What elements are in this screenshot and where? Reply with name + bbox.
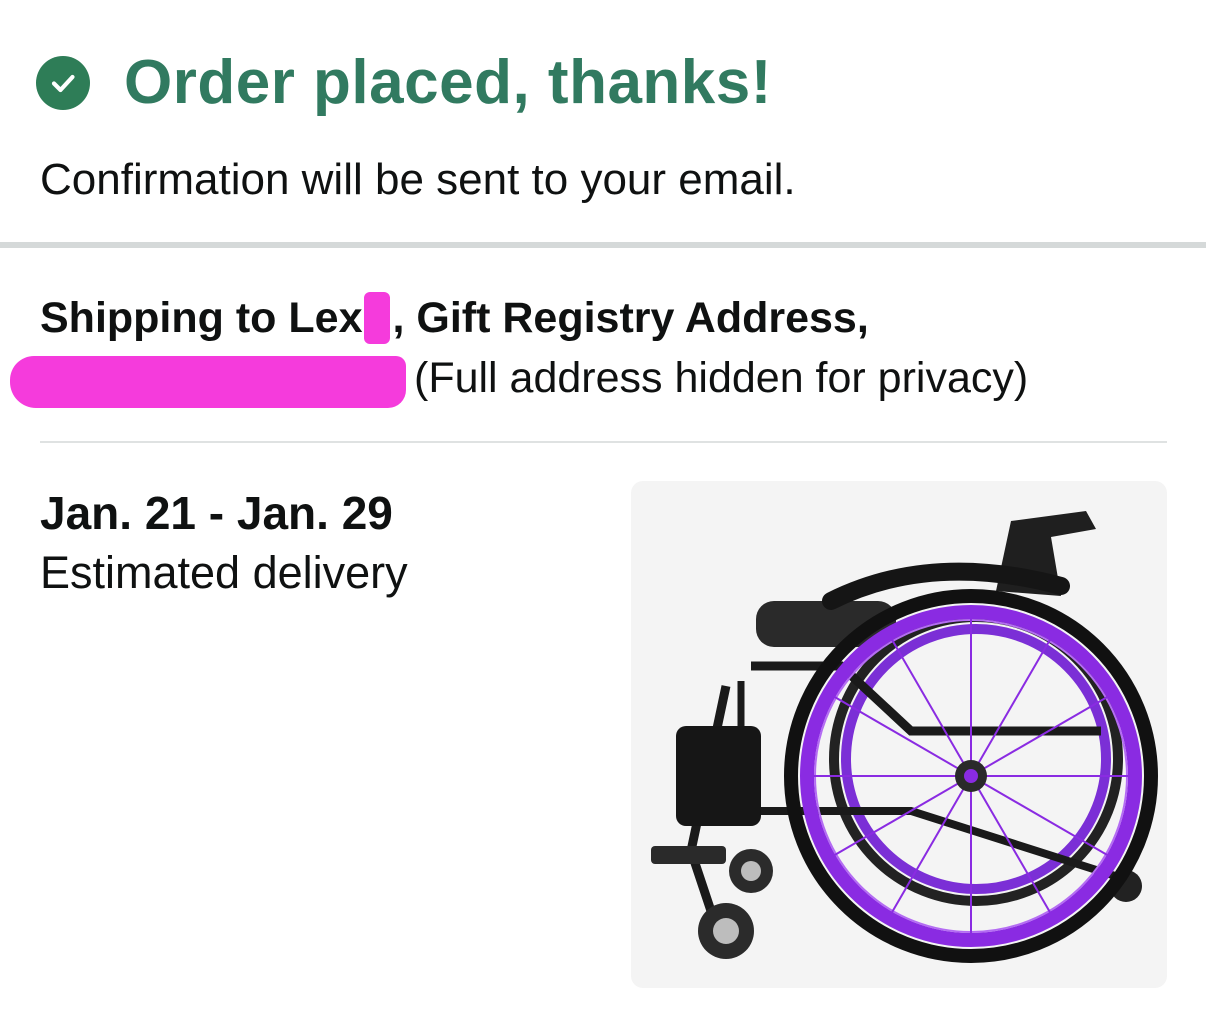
- privacy-note: (Full address hidden for privacy): [414, 354, 1029, 402]
- page-title: Order placed, thanks!: [124, 48, 772, 117]
- shipping-suffix: , Gift Registry Address,: [392, 294, 869, 342]
- delivery-dates: Jan. 21 - Jan. 29: [40, 487, 393, 539]
- product-image[interactable]: [631, 481, 1167, 988]
- wheelchair-illustration: [651, 511, 1158, 963]
- order-confirmation-page: Order placed, thanks! Confirmation will …: [0, 0, 1206, 1014]
- check-circle-icon: [36, 56, 90, 110]
- name-redaction-mark: [364, 292, 391, 344]
- delivery-label: Estimated delivery: [40, 547, 408, 598]
- shipping-prefix: Shipping to Lex: [40, 294, 363, 342]
- item-divider: [40, 441, 1167, 443]
- address-redaction-mark: [10, 356, 406, 408]
- shipping-address-line: (Full address hidden for privacy): [10, 350, 1029, 408]
- confirmation-subtitle: Confirmation will be sent to your email.: [40, 155, 796, 204]
- confirmation-header: Order placed, thanks!: [36, 48, 772, 118]
- section-divider: [0, 242, 1206, 248]
- shipping-heading: Shipping to Lex , Gift Registry Address,: [40, 290, 869, 346]
